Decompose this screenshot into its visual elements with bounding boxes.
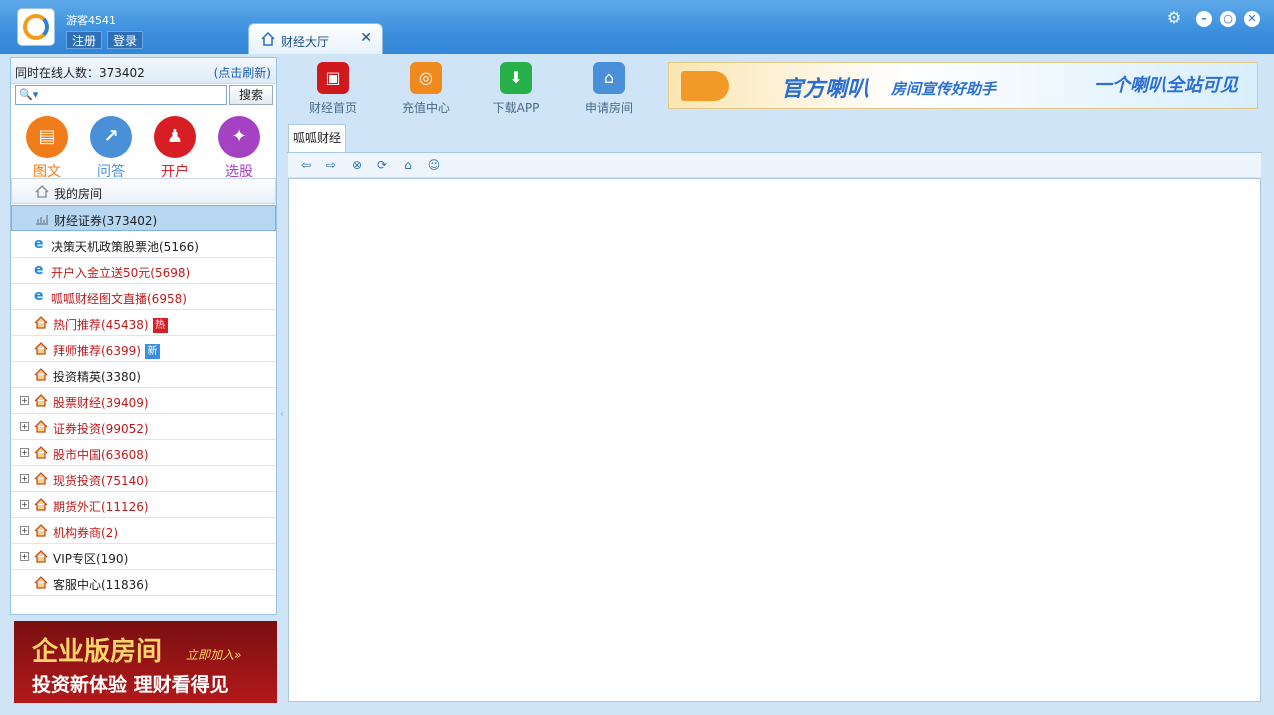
- login-button[interactable]: 登录: [107, 31, 144, 49]
- house-icon: [34, 472, 48, 485]
- toolbar-apply-room[interactable]: ⌂ 申请房间: [569, 62, 649, 116]
- tree-item-group[interactable]: + 机构券商(2): [11, 518, 276, 544]
- quick-link-open-account[interactable]: ♟ 开户: [147, 116, 203, 181]
- back-icon[interactable]: ⇦: [298, 157, 314, 173]
- online-count: 同时在线人数：373402: [15, 66, 145, 80]
- username: 游客4541: [66, 14, 116, 27]
- tree-item-room[interactable]: 投资精英(3380): [11, 362, 276, 388]
- tree-item-room[interactable]: 拜师推荐(6399) 新: [11, 336, 276, 362]
- minimize-icon[interactable]: –: [1196, 11, 1212, 27]
- speaker-ad-banner[interactable]: 官方喇叭 房间宣传好助手 一个喇叭全站可见: [668, 62, 1258, 109]
- house-icon: [34, 342, 48, 355]
- register-button[interactable]: 注册: [66, 31, 103, 49]
- tree-item-group[interactable]: + 股市中国(63608): [11, 440, 276, 466]
- tab-community[interactable]: 呱呱财经社区: [288, 124, 346, 171]
- forward-icon[interactable]: ⇨: [323, 157, 339, 173]
- search-icon[interactable]: 🔍▾: [19, 88, 45, 102]
- house-icon: [34, 446, 48, 459]
- new-badge: 新: [144, 344, 160, 359]
- tree-item-group[interactable]: + 现货投资(75140): [11, 466, 276, 492]
- house-icon: [34, 550, 48, 563]
- tree-item-label: 热门推荐(45438) 热: [53, 316, 168, 333]
- house-icon: [34, 420, 48, 433]
- stop-icon[interactable]: ⊗: [349, 157, 365, 173]
- home-icon[interactable]: ⌂: [400, 157, 416, 173]
- add-user-icon: ♟: [166, 126, 184, 147]
- tree-item-group[interactable]: + 股票财经(39409): [11, 388, 276, 414]
- refresh-link[interactable]: (点击刷新): [214, 64, 271, 81]
- house-icon: [34, 524, 48, 537]
- browser-icon: e: [34, 262, 44, 278]
- gear-icon[interactable]: ⚙: [1166, 10, 1182, 27]
- tree-item-group[interactable]: + 证券投资(99052): [11, 414, 276, 440]
- chart-icon: [36, 215, 48, 225]
- tree-item-group[interactable]: + 期货外汇(11126): [11, 492, 276, 518]
- home-icon: [261, 32, 275, 46]
- content-frame[interactable]: [288, 178, 1261, 702]
- browser-nav-bar: ⇦ ⇨ ⊗ ⟳ ⌂ ☺: [288, 153, 1261, 177]
- browser-icon: e: [34, 236, 44, 252]
- toolbar-download-app[interactable]: ⬇ 下载APP: [476, 62, 556, 116]
- app-logo: [17, 8, 55, 46]
- tree-item-room[interactable]: e 呱呱财经图文直播(6958): [11, 284, 276, 310]
- tree-item-room[interactable]: 客服中心(11836): [11, 570, 276, 596]
- tree-item-my-room[interactable]: 我的房间: [11, 178, 276, 204]
- tree-item-group[interactable]: + VIP专区(190): [11, 544, 276, 570]
- search-box: 🔍▾: [15, 85, 227, 105]
- title-bar: 游客4541 注册 登录 财经大厅 ✕ ⚙ – ○ ✕: [0, 0, 1274, 54]
- document-icon: ▤: [38, 126, 56, 147]
- expand-icon[interactable]: +: [20, 422, 29, 431]
- house-add-icon: ⌂: [593, 62, 625, 94]
- tree-item-room[interactable]: 热门推荐(45438) 热: [11, 310, 276, 336]
- quick-link-qa[interactable]: ↗ 问答: [83, 116, 139, 181]
- close-window-icon[interactable]: ✕: [1244, 11, 1260, 27]
- download-icon: ⬇: [500, 62, 532, 94]
- tree-item-label: 拜师推荐(6399) 新: [53, 342, 160, 359]
- expand-icon[interactable]: +: [20, 552, 29, 561]
- sidebar: 同时在线人数：373402 (点击刷新) 🔍▾ 搜索 ▤ 图文 ↗ 问答 ♟ 开…: [10, 57, 277, 615]
- expand-icon[interactable]: +: [20, 474, 29, 483]
- tree-item-room[interactable]: e 决策天机政策股票池(5166): [11, 232, 276, 258]
- house-icon: [34, 394, 48, 407]
- expand-icon[interactable]: +: [20, 448, 29, 457]
- restore-icon[interactable]: ○: [1220, 11, 1236, 27]
- house-icon: [34, 316, 48, 329]
- refresh-icon[interactable]: ⟳: [374, 157, 390, 173]
- tree-item-room[interactable]: e 开户入金立送50元(5698): [11, 258, 276, 284]
- online-bar: 同时在线人数：373402 (点击刷新): [11, 58, 276, 84]
- tab-label: 财经大厅: [281, 35, 330, 49]
- house-icon: [34, 498, 48, 511]
- monitor-icon: ▣: [317, 62, 349, 94]
- collapse-handle[interactable]: ‹: [279, 380, 285, 450]
- quick-link-article[interactable]: ▤ 图文: [19, 116, 75, 181]
- expand-icon[interactable]: +: [20, 396, 29, 405]
- expand-icon[interactable]: +: [20, 526, 29, 535]
- home-icon: [35, 185, 49, 198]
- tab-finance-hall[interactable]: 财经大厅 ✕: [248, 23, 383, 54]
- megaphone-icon: [681, 71, 729, 101]
- expand-icon[interactable]: +: [20, 500, 29, 509]
- hot-badge: 热: [152, 318, 168, 333]
- house-icon: [34, 576, 48, 589]
- main-panel: ▣ 财经首页 ◎ 充值中心 ⬇ 下载APP ⌂ 申请房间 官方喇叭 房间宣传好助…: [287, 57, 1262, 703]
- toolbar-recharge[interactable]: ◎ 充值中心: [386, 62, 466, 116]
- chat-icon[interactable]: ☺: [426, 157, 442, 173]
- house-icon: [34, 368, 48, 381]
- coins-icon: ◎: [410, 62, 442, 94]
- enterprise-room-banner[interactable]: 企业版房间 立即加入» 投资新体验 理财看得见: [14, 621, 277, 703]
- close-icon[interactable]: ✕: [360, 30, 372, 46]
- chart-icon: ↗: [103, 126, 119, 147]
- toolbar-finance-home[interactable]: ▣ 财经首页: [293, 62, 373, 116]
- quick-link-pick-stock[interactable]: ✦ 选股: [211, 116, 267, 181]
- search-input[interactable]: [46, 86, 226, 104]
- search-button[interactable]: 搜索: [229, 85, 273, 105]
- tree-item-finance-securities[interactable]: 财经证券(373402): [11, 205, 276, 231]
- lightbulb-icon: ✦: [231, 126, 247, 147]
- browser-icon: e: [34, 288, 44, 304]
